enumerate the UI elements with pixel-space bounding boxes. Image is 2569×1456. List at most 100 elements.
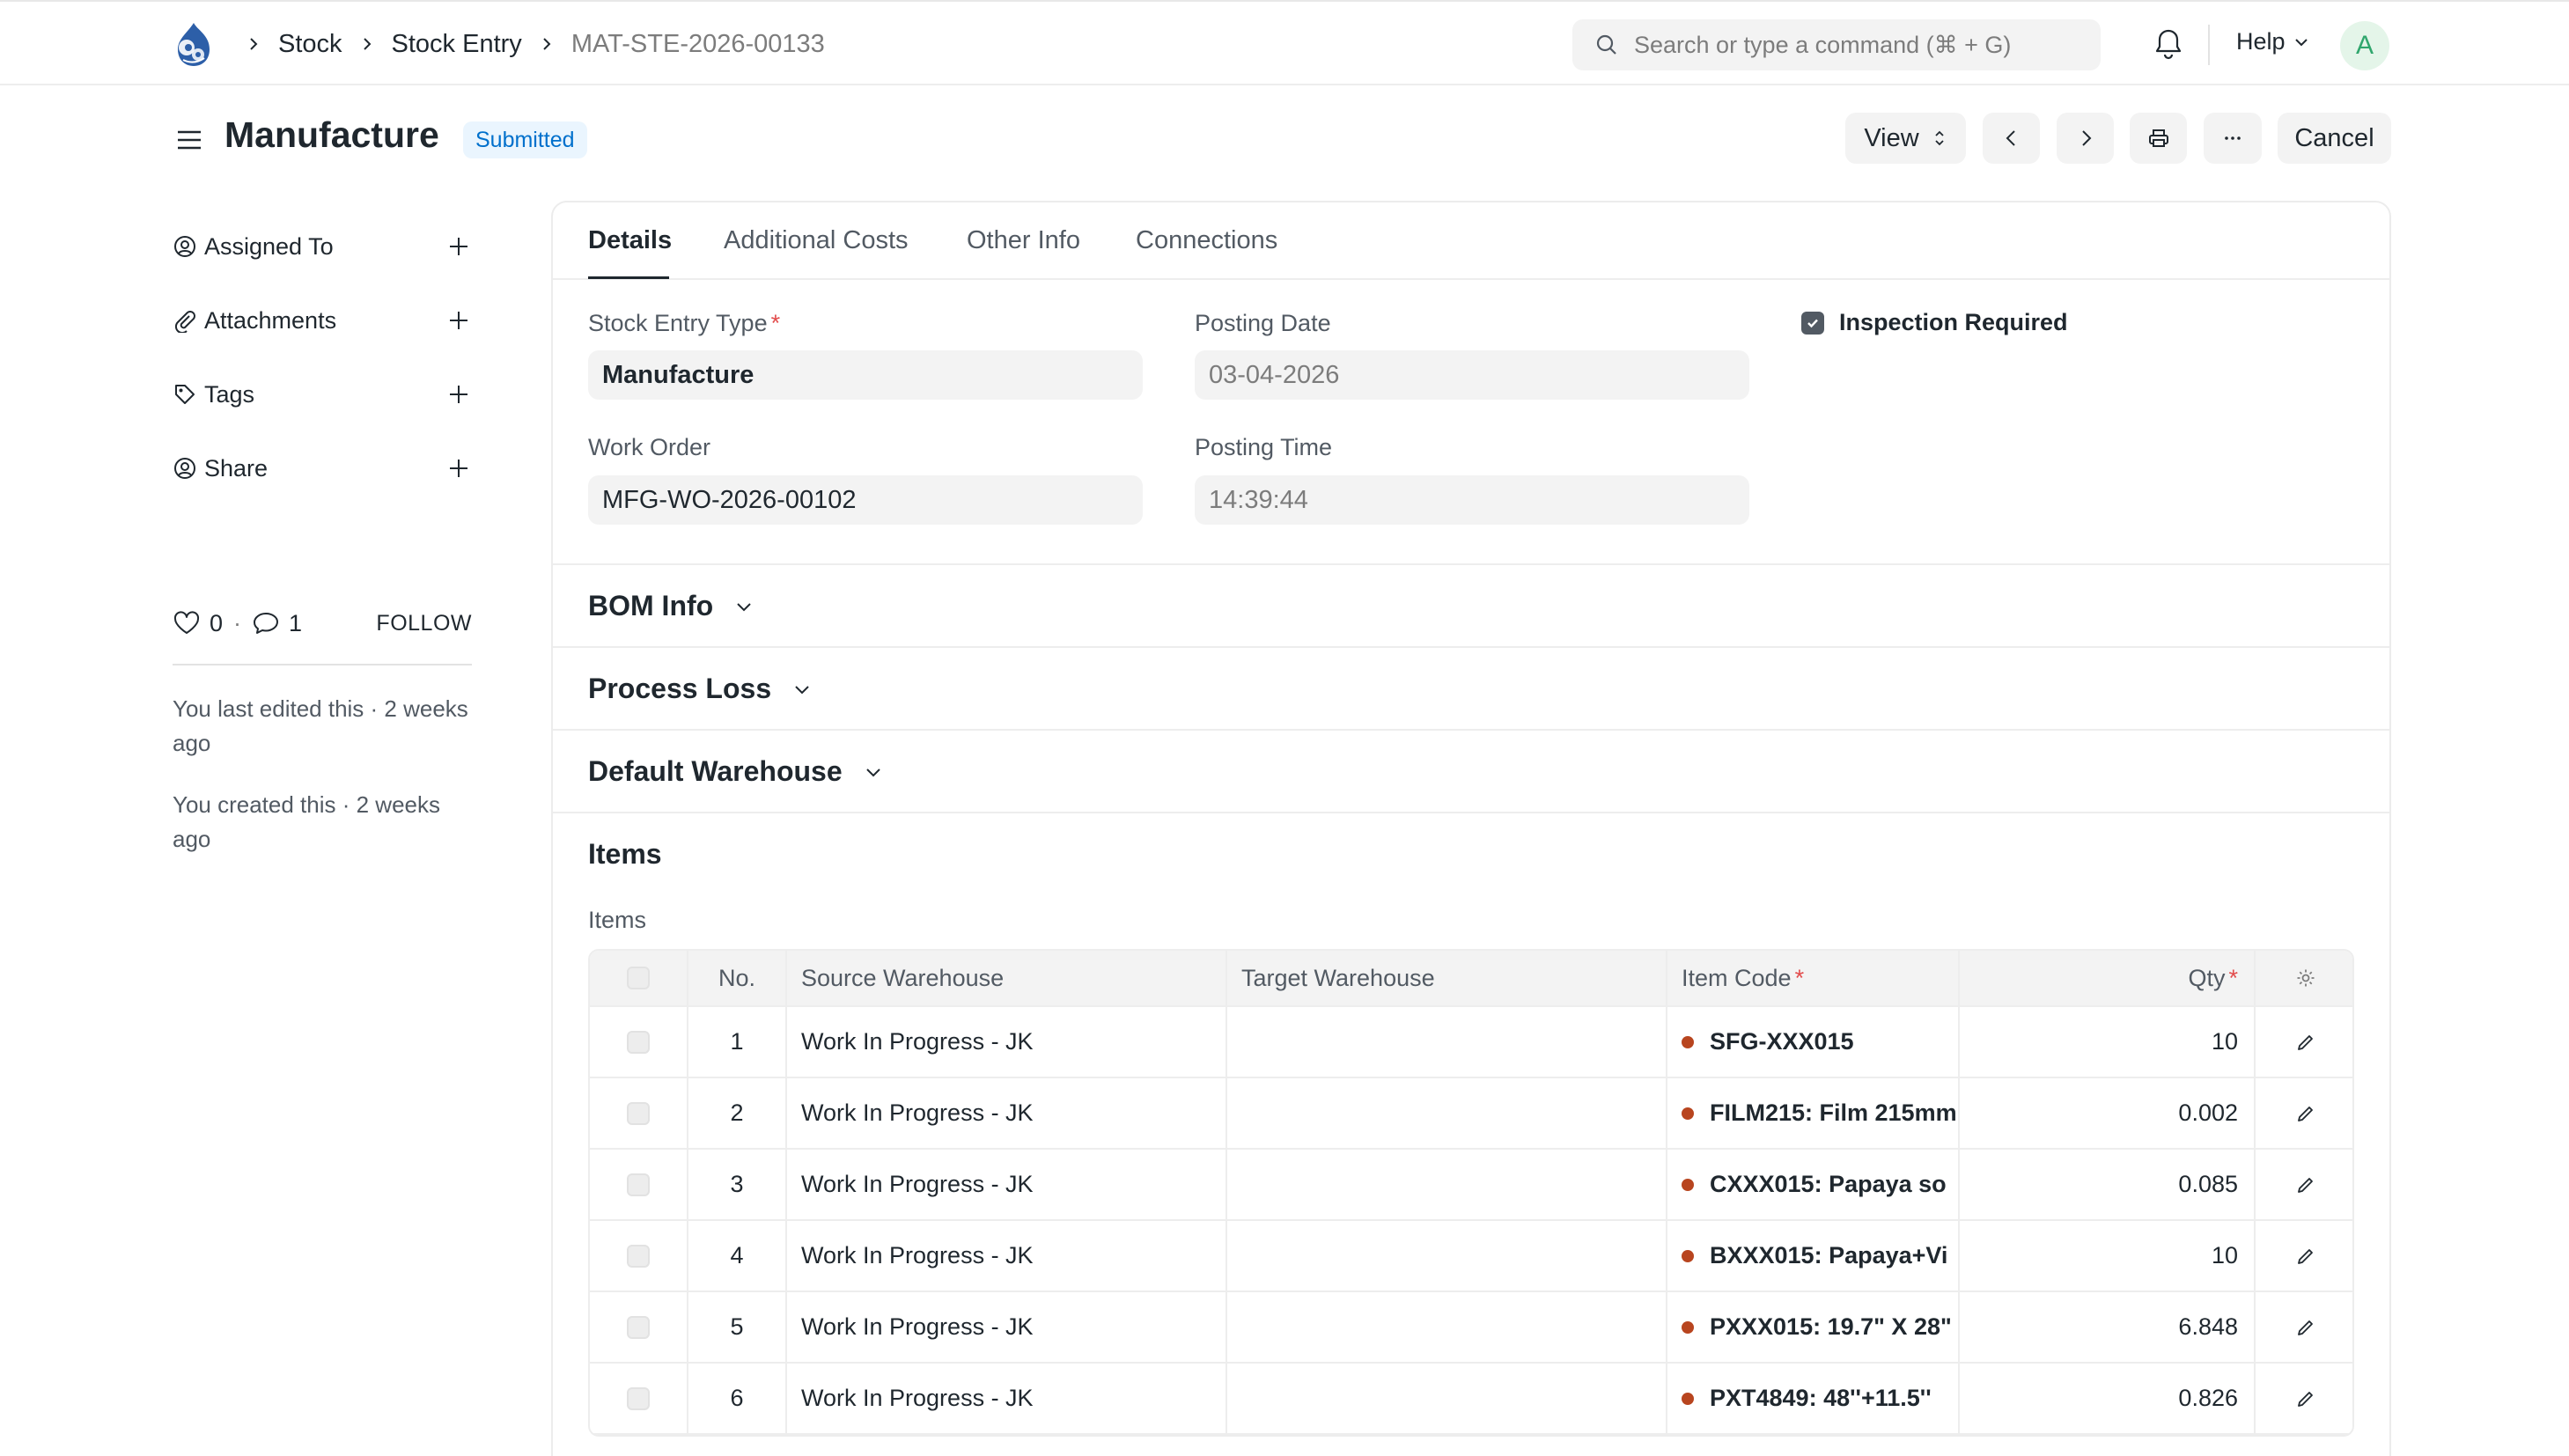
- section-title: BOM Info: [588, 590, 714, 621]
- search-bar[interactable]: [1572, 19, 2101, 70]
- heart-icon[interactable]: [173, 610, 201, 636]
- stock-entry-type-field[interactable]: Manufacture: [588, 350, 1143, 400]
- pencil-icon[interactable]: [2295, 1317, 2316, 1338]
- qty-cell[interactable]: 10: [1960, 1007, 2256, 1077]
- follow-button[interactable]: FOLLOW: [376, 611, 472, 636]
- plus-icon[interactable]: [445, 233, 472, 260]
- row-checkbox[interactable]: [627, 1386, 650, 1410]
- navbar-divider: [2208, 25, 2210, 65]
- bell-icon[interactable]: [2152, 26, 2185, 62]
- item-code-cell[interactable]: SFG-XXX015: [1667, 1007, 1960, 1077]
- item-code-cell[interactable]: CXXX015: Papaya so: [1667, 1150, 1960, 1219]
- breadcrumb-stock-entry[interactable]: Stock Entry: [392, 30, 522, 59]
- qty-cell[interactable]: 0.085: [1960, 1150, 2256, 1219]
- previous-record-button[interactable]: [1983, 113, 2040, 164]
- qty-cell[interactable]: 6.848: [1960, 1292, 2256, 1362]
- qty-cell[interactable]: 0.826: [1960, 1364, 2256, 1433]
- bom-info-header[interactable]: BOM Info: [588, 590, 755, 622]
- source-warehouse-cell[interactable]: Work In Progress - JK: [787, 1007, 1227, 1077]
- status-dot: [1682, 1107, 1694, 1120]
- row-select-cell: [590, 1150, 688, 1219]
- source-warehouse-cell[interactable]: Work In Progress - JK: [787, 1221, 1227, 1291]
- target-warehouse-cell[interactable]: [1227, 1007, 1667, 1077]
- tab-other-info[interactable]: Other Info: [967, 226, 1080, 255]
- pencil-icon[interactable]: [2295, 1246, 2316, 1267]
- search-input[interactable]: [1634, 31, 2092, 59]
- row-checkbox[interactable]: [627, 1173, 650, 1196]
- source-warehouse-cell[interactable]: Work In Progress - JK: [787, 1150, 1227, 1219]
- source-warehouse-cell[interactable]: Work In Progress - JK: [787, 1078, 1227, 1148]
- breadcrumb-stock[interactable]: Stock: [278, 30, 342, 59]
- help-dropdown[interactable]: Help: [2236, 28, 2310, 55]
- row-checkbox[interactable]: [627, 1244, 650, 1268]
- print-button[interactable]: [2130, 113, 2187, 164]
- target-warehouse-cell[interactable]: [1227, 1150, 1667, 1219]
- pencil-icon[interactable]: [2295, 1103, 2316, 1124]
- bom-info-section[interactable]: BOM Info: [553, 563, 2389, 646]
- target-warehouse-cell[interactable]: [1227, 1221, 1667, 1291]
- sidebar-toggle-icon[interactable]: [174, 125, 204, 155]
- default-warehouse-section[interactable]: Default Warehouse: [553, 729, 2389, 812]
- tab-connections[interactable]: Connections: [1136, 226, 1277, 255]
- table-row[interactable]: 1 Work In Progress - JK SFG-XXX015 10: [590, 1007, 2352, 1078]
- sidebar-item-assigned-to[interactable]: Assigned To: [173, 227, 472, 266]
- table-row[interactable]: 2 Work In Progress - JK FILM215: Film 215m…: [590, 1078, 2352, 1150]
- item-code-cell[interactable]: PXXX015: 19.7" X 28": [1667, 1292, 1960, 1362]
- target-warehouse-cell[interactable]: [1227, 1364, 1667, 1433]
- table-row[interactable]: 6 Work In Progress - JK PXT4849: 48''+11.5…: [590, 1364, 2352, 1435]
- status-dot: [1682, 1035, 1694, 1048]
- process-loss-section[interactable]: Process Loss: [553, 646, 2389, 729]
- sidebar-item-tags[interactable]: Tags: [173, 375, 472, 414]
- plus-icon[interactable]: [445, 455, 472, 482]
- default-warehouse-header[interactable]: Default Warehouse: [588, 755, 885, 788]
- row-checkbox[interactable]: [627, 1315, 650, 1339]
- select-all-checkbox[interactable]: [627, 967, 650, 989]
- table-row[interactable]: 5 Work In Progress - JK PXXX015: 19.7" X 2…: [590, 1292, 2352, 1364]
- table-row[interactable]: 3 Work In Progress - JK CXXX015: Papaya so…: [590, 1150, 2352, 1221]
- item-code-text: SFG-XXX015: [1710, 1028, 1854, 1055]
- row-number: 3: [688, 1150, 787, 1219]
- view-button[interactable]: View: [1845, 113, 1966, 164]
- target-warehouse-cell[interactable]: [1227, 1292, 1667, 1362]
- target-warehouse-cell[interactable]: [1227, 1078, 1667, 1148]
- qty-cell[interactable]: 0.002: [1960, 1078, 2256, 1148]
- form-tabs: Details Additional Costs Other Info Conn…: [553, 202, 2389, 280]
- item-code-cell[interactable]: BXXX015: Papaya+Vi: [1667, 1221, 1960, 1291]
- sidebar-item-share[interactable]: Share: [173, 449, 472, 488]
- navbar: Stock Stock Entry MAT-STE-2026-00133 Hel…: [0, 0, 2569, 85]
- item-code-cell[interactable]: PXT4849: 48''+11.5'': [1667, 1364, 1960, 1433]
- row-checkbox[interactable]: [627, 1101, 650, 1125]
- gear-icon[interactable]: [2295, 967, 2316, 989]
- cancel-button[interactable]: Cancel: [2278, 113, 2391, 164]
- pencil-icon[interactable]: [2295, 1032, 2316, 1053]
- tab-details[interactable]: Details: [588, 226, 672, 255]
- item-code-text: CXXX015: Papaya so: [1710, 1171, 1947, 1197]
- app-logo-icon[interactable]: [171, 19, 217, 69]
- plus-icon[interactable]: [445, 307, 472, 334]
- inspection-required-checkbox[interactable]: [1801, 312, 1824, 335]
- comment-icon[interactable]: [252, 610, 280, 636]
- comments-count: 1: [289, 609, 303, 636]
- qty-cell[interactable]: 10: [1960, 1221, 2256, 1291]
- avatar[interactable]: A: [2340, 21, 2389, 70]
- posting-time-field[interactable]: 14:39:44: [1195, 475, 1749, 525]
- row-checkbox[interactable]: [627, 1030, 650, 1054]
- table-row[interactable]: 4 Work In Progress - JK BXXX015: Papaya+Vi…: [590, 1221, 2352, 1292]
- process-loss-header[interactable]: Process Loss: [588, 673, 813, 705]
- more-actions-button[interactable]: [2204, 113, 2262, 164]
- next-record-button[interactable]: [2057, 113, 2114, 164]
- pencil-icon[interactable]: [2295, 1174, 2316, 1195]
- tab-additional-costs[interactable]: Additional Costs: [724, 226, 909, 255]
- breadcrumb-current[interactable]: MAT-STE-2026-00133: [571, 30, 825, 59]
- pencil-icon[interactable]: [2295, 1388, 2316, 1409]
- sidebar-item-attachments[interactable]: Attachments: [173, 301, 472, 340]
- table-body: 1 Work In Progress - JK SFG-XXX015 10 2 Work …: [590, 1007, 2352, 1435]
- source-warehouse-cell[interactable]: Work In Progress - JK: [787, 1292, 1227, 1362]
- active-tab-indicator: [588, 276, 669, 279]
- posting-date-field[interactable]: 03-04-2026: [1195, 350, 1749, 400]
- plus-icon[interactable]: [445, 381, 472, 408]
- status-dot: [1682, 1320, 1694, 1334]
- item-code-cell[interactable]: FILM215: Film 215mm: [1667, 1078, 1960, 1148]
- work-order-field[interactable]: MFG-WO-2026-00102: [588, 475, 1143, 525]
- source-warehouse-cell[interactable]: Work In Progress - JK: [787, 1364, 1227, 1433]
